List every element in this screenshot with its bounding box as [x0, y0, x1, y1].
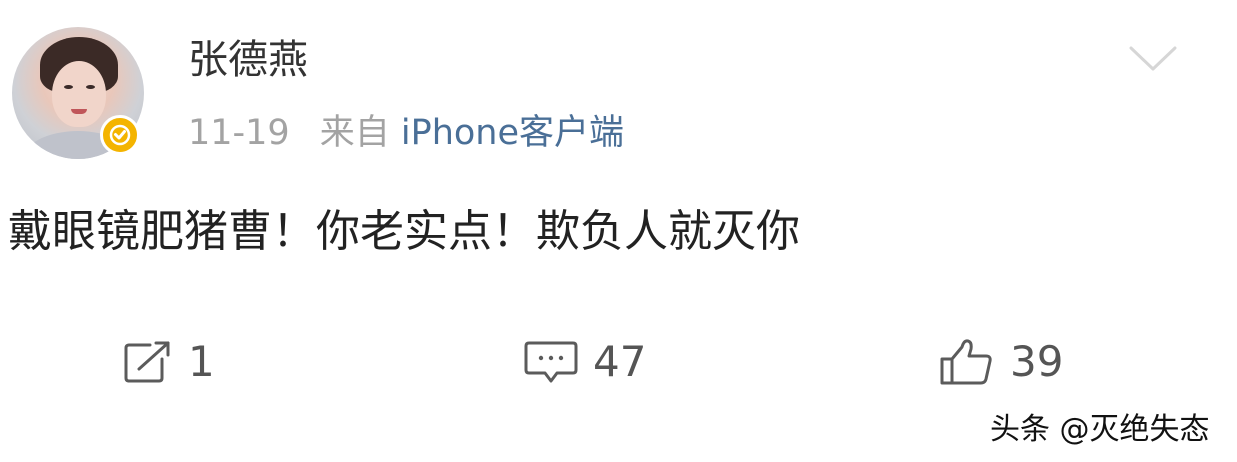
author-name[interactable]: 张德燕 [188, 34, 308, 86]
comment-icon [524, 341, 578, 383]
thumbs-up-icon [940, 339, 992, 385]
chevron-down-icon[interactable] [1128, 44, 1178, 78]
source-prefix: 来自 [319, 113, 390, 153]
repost-count: 1 [188, 337, 215, 386]
repost-button[interactable]: 1 [122, 334, 215, 390]
verified-badge-icon [100, 115, 140, 155]
like-count: 39 [1010, 337, 1064, 386]
watermark: 头条 @灭绝失态 [990, 412, 1210, 447]
repost-icon [124, 341, 170, 383]
post-content: 戴眼镜肥猪曹！你老实点！欺负人就灭你 [8, 206, 800, 257]
like-button[interactable]: 39 [938, 334, 1063, 390]
comment-count: 47 [593, 337, 647, 386]
weibo-post: 张德燕 11-19 来自 iPhone客户端 戴眼镜肥猪曹！你老实点！欺负人就灭你… [0, 0, 1237, 462]
post-meta: 11-19 来自 iPhone客户端 [188, 110, 624, 156]
source-app[interactable]: iPhone客户端 [401, 113, 624, 153]
post-date: 11-19 [188, 113, 290, 153]
comment-button[interactable]: 47 [523, 334, 646, 390]
